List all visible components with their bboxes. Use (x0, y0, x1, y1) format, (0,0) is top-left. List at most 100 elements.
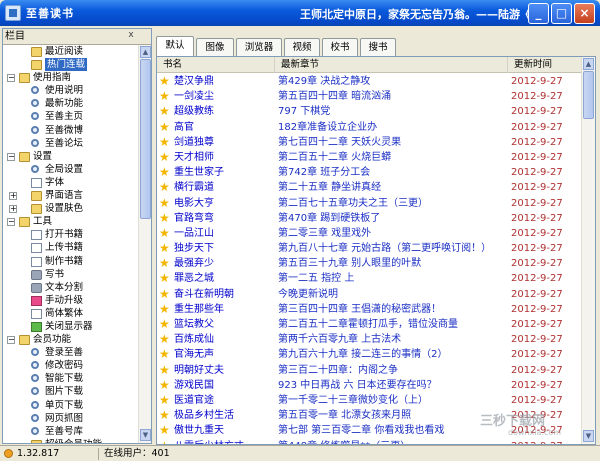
latest-chapter-cell[interactable]: 第三百二十四章：内阁之争 (278, 363, 504, 378)
tab[interactable]: 浏览器 (236, 38, 282, 56)
sidebar-item[interactable]: 至善主页 (3, 110, 151, 123)
book-title-cell[interactable]: 横行霸道 (174, 180, 274, 195)
sidebar-item[interactable]: 使用说明 (3, 84, 151, 97)
sidebar-close-button[interactable]: x (125, 30, 137, 42)
sidebar-item[interactable]: 全局设置 (3, 163, 151, 176)
sidebar-item[interactable]: 登录至善 (3, 346, 151, 359)
sidebar-item[interactable]: 最近阅读 (3, 45, 151, 58)
table-row[interactable]: ★ 楚汉争鼎 第429章 决战之静攻 2012-9-27 (157, 74, 583, 89)
collapse-icon[interactable]: − (7, 218, 15, 227)
book-title-cell[interactable]: 天才相师 (174, 150, 274, 165)
book-title-cell[interactable]: 电影大亨 (174, 196, 274, 211)
book-title-cell[interactable]: 篮坛教父 (174, 317, 274, 332)
latest-chapter-cell[interactable]: 第二百七十五章功夫之王（三更） (278, 196, 504, 211)
book-title-cell[interactable]: 百炼成仙 (174, 332, 274, 347)
sidebar-item[interactable]: 字体 (3, 176, 151, 189)
latest-chapter-cell[interactable]: 第三百四十四章 王倡潇的秘密武器！ (278, 302, 504, 317)
book-title-cell[interactable]: 奋斗在新明朝 (174, 287, 274, 302)
table-row[interactable]: ★ 超级教练 797 下棋党 2012-9-27 (157, 104, 583, 119)
book-title-cell[interactable]: 官路弯弯 (174, 211, 274, 226)
table-row[interactable]: ★ 医道官途 第一千零二十三章微妙变化（上） 2012-9-27 (157, 393, 583, 408)
column-header-update-time[interactable]: 更新时间 (508, 57, 583, 73)
latest-chapter-cell[interactable]: 第七部 第三百零二章 你看戏我也看戏 (278, 423, 504, 438)
table-row[interactable]: ★ 一剑凌尘 第五百四十四章 暗流汹涌 2012-9-27 (157, 89, 583, 104)
latest-chapter-cell[interactable]: 第二十五章 静坐讲真经 (278, 180, 504, 195)
sidebar-item[interactable]: 文本分割 (3, 281, 151, 294)
tab[interactable]: 校书 (322, 38, 358, 56)
sidebar-item[interactable]: − 工具 (3, 215, 151, 228)
column-header-latest-chapter[interactable]: 最新章节 (275, 57, 508, 73)
table-row[interactable]: ★ 剑道独尊 第七百四十二章 天妖火灵果 2012-9-27 (157, 135, 583, 150)
scroll-up-arrow-icon[interactable]: ▲ (583, 58, 594, 70)
table-row[interactable]: ★ 一品江山 第二零三章 戏里戏外 2012-9-27 (157, 226, 583, 241)
sidebar-item[interactable]: + 界面语言 (3, 189, 151, 202)
sidebar-item[interactable]: 简体繁体 (3, 307, 151, 320)
sidebar-item[interactable]: 智能下载 (3, 372, 151, 385)
sidebar-item[interactable]: 最新功能 (3, 97, 151, 110)
sidebar-item[interactable]: 网页抓图 (3, 412, 151, 425)
table-row[interactable]: ★ 罪恶之城 第一二五 指控 上 2012-9-27 (157, 271, 583, 286)
tab[interactable]: 视频 (284, 38, 320, 56)
latest-chapter-cell[interactable]: 第二百五十二章 火烧巨蟒 (278, 150, 504, 165)
sidebar-item[interactable]: 手动升级 (3, 294, 151, 307)
table-row[interactable]: ★ 百炼成仙 第两千六百零九章 上古法术 2012-9-27 (157, 332, 583, 347)
latest-chapter-cell[interactable]: 第九百八十七章 元始古路（第二更呼唤订阅！） (278, 241, 504, 256)
book-title-cell[interactable]: 楚汉争鼎 (174, 74, 274, 89)
table-row[interactable]: ★ 重生世家子 第742章 班子分工会 2012-9-27 (157, 165, 583, 180)
sidebar-item[interactable]: 至善微博 (3, 124, 151, 137)
table-row[interactable]: ★ 篮坛教父 第二百五十二章霍顿打瓜手，错位没商量 2012-9-27 (157, 317, 583, 332)
book-title-cell[interactable]: 剑道独尊 (174, 135, 274, 150)
sidebar-item[interactable]: 单页下载 (3, 399, 151, 412)
maximize-button[interactable]: □ (551, 3, 572, 24)
latest-chapter-cell[interactable]: 第九百六十九章 接二连三的事情（2） (278, 347, 504, 362)
book-title-cell[interactable]: 高官 (174, 120, 274, 135)
sidebar-item[interactable]: 修改密码 (3, 359, 151, 372)
tab[interactable]: 图像 (196, 38, 234, 56)
sidebar-item[interactable]: 超级会员功能 (3, 438, 151, 443)
table-row[interactable]: ★ 电影大亨 第二百七十五章功夫之王（三更） 2012-9-27 (157, 196, 583, 211)
table-row[interactable]: ★ 最强弃少 第五百三十九章 别人眼里的叶默 2012-9-27 (157, 256, 583, 271)
book-title-cell[interactable]: 傲世九重天 (174, 423, 274, 438)
book-title-cell[interactable]: 游戏民国 (174, 378, 274, 393)
tab[interactable]: 默认 (156, 36, 194, 56)
table-scroll-thumb[interactable] (583, 71, 594, 119)
table-row[interactable]: ★ 奋斗在新明朝 今晚更新说明 2012-9-27 (157, 287, 583, 302)
book-title-cell[interactable]: 明朝好丈夫 (174, 363, 274, 378)
sidebar-scrollbar[interactable]: ▲ ▼ (138, 45, 151, 443)
table-row[interactable]: ★ 天才相师 第二百五十二章 火烧巨蟒 2012-9-27 (157, 150, 583, 165)
sidebar-item[interactable]: 至善号库 (3, 425, 151, 438)
sidebar-item[interactable]: 制作书籍 (3, 255, 151, 268)
expand-icon[interactable]: + (9, 192, 17, 201)
book-title-cell[interactable]: 最强弃少 (174, 256, 274, 271)
latest-chapter-cell[interactable]: 第470章 踢到硬铁板了 (278, 211, 504, 226)
latest-chapter-cell[interactable]: 第一二五 指控 上 (278, 271, 504, 286)
sidebar-item[interactable]: − 会员功能 (3, 333, 151, 346)
sidebar-item[interactable]: 关闭显示器 (3, 320, 151, 333)
collapse-icon[interactable]: − (7, 74, 15, 83)
latest-chapter-cell[interactable]: 第742章 班子分工会 (278, 165, 504, 180)
table-row[interactable]: ★ 横行霸道 第二十五章 静坐讲真经 2012-9-27 (157, 180, 583, 195)
latest-chapter-cell[interactable]: 第五百三十九章 别人眼里的叶默 (278, 256, 504, 271)
table-row[interactable]: ★ 官海无声 第九百六十九章 接二连三的事情（2） 2012-9-27 (157, 347, 583, 362)
book-title-cell[interactable]: 极品乡村生活 (174, 408, 274, 423)
latest-chapter-cell[interactable]: 797 下棋党 (278, 104, 504, 119)
book-title-cell[interactable]: 一剑凌尘 (174, 89, 274, 104)
collapse-icon[interactable]: − (7, 152, 15, 161)
book-title-cell[interactable]: 一品江山 (174, 226, 274, 241)
sidebar-item[interactable]: − 使用指南 (3, 71, 151, 84)
book-title-cell[interactable]: 独步天下 (174, 241, 274, 256)
latest-chapter-cell[interactable]: 第五百零一章 北漂女孩来月照 (278, 408, 504, 423)
latest-chapter-cell[interactable]: 182章准备设立企业办 (278, 120, 504, 135)
latest-chapter-cell[interactable]: 今晚更新说明 (278, 287, 504, 302)
latest-chapter-cell[interactable]: 第429章 决战之静攻 (278, 74, 504, 89)
book-title-cell[interactable]: 罪恶之城 (174, 271, 274, 286)
close-button[interactable]: × (574, 3, 595, 24)
latest-chapter-cell[interactable]: 第五百四十四章 暗流汹涌 (278, 89, 504, 104)
table-row[interactable]: ★ 官路弯弯 第470章 踢到硬铁板了 2012-9-27 (157, 211, 583, 226)
latest-chapter-cell[interactable]: 第二零三章 戏里戏外 (278, 226, 504, 241)
scroll-down-arrow-icon[interactable]: ▼ (140, 429, 151, 441)
scroll-down-arrow-icon[interactable]: ▼ (583, 430, 594, 442)
latest-chapter-cell[interactable]: 第二百五十二章霍顿打瓜手，错位没商量 (278, 317, 504, 332)
book-title-cell[interactable]: 医道官途 (174, 393, 274, 408)
sidebar-scroll-thumb[interactable] (140, 59, 151, 219)
